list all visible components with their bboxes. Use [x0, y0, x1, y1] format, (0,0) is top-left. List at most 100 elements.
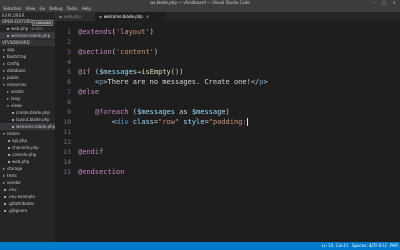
close-tab-icon[interactable]: ×: [146, 14, 149, 19]
tree-item-label: .env.example: [8, 194, 35, 199]
tree-item-label: .env: [8, 187, 17, 192]
open-editor-item[interactable]: ▪ welcome.blade.php: [0, 32, 55, 39]
tree-item[interactable]: ▸ config: [0, 60, 55, 67]
line-number: 1: [67, 28, 71, 36]
cursor-position[interactable]: Ln 10, Col 41: [322, 242, 348, 250]
line-number: 13: [63, 148, 71, 156]
tree-item[interactable]: ▸ database: [0, 67, 55, 74]
code-text: @section('content'): [78, 47, 158, 57]
code-token: >There are no messages. Create one!</: [103, 78, 260, 86]
code-token: as: [174, 108, 192, 116]
tree-item[interactable]: ▾ resources: [0, 81, 55, 88]
tree-item-label: bootstrap: [7, 54, 27, 59]
code-token: $message: [191, 108, 226, 116]
tree-item[interactable]: ▪ layout.blade.php: [0, 116, 55, 123]
line-number: 12: [63, 138, 71, 146]
tree-item-label: welcome.blade.php: [16, 124, 55, 129]
tree-item[interactable]: ▸ bootstrap: [0, 53, 55, 60]
code-token: ): [149, 28, 154, 36]
code-token: >: [263, 78, 268, 86]
tree-item[interactable]: ▾ views: [0, 102, 55, 109]
tree-item[interactable]: ▸ assets: [0, 88, 55, 95]
tree-item-label: console.php: [12, 152, 37, 157]
line-number: 11: [63, 128, 71, 136]
tree-item[interactable]: ▪ api.php: [0, 137, 55, 144]
file-icon: ▪: [7, 159, 11, 164]
menu-bar: Selection View Go Debug Tasks Help: [0, 5, 400, 12]
file-tree: ▸ app ▸ bootstrap ▸ config ▸ database ▸ public ▾ re…: [0, 46, 55, 214]
tree-item[interactable]: ▪ create.blade.php: [0, 109, 55, 116]
tree-item[interactable]: ▪ .gitattributes: [0, 200, 55, 207]
tree-item[interactable]: ▸ storage: [0, 165, 55, 172]
tree-item-label: storage: [7, 166, 23, 171]
php-file-icon: ▪: [59, 14, 62, 19]
line-ending[interactable]: LF: [383, 242, 388, 250]
tree-item[interactable]: ▪ web.php: [0, 158, 55, 165]
file-icon: ▪: [11, 124, 15, 129]
tree-item-label: app: [7, 47, 15, 52]
code-token: 'content': [115, 48, 154, 56]
line-number: 4: [67, 58, 71, 66]
tree-item[interactable]: ▪ .gitignore: [0, 207, 55, 214]
line-number: 9: [67, 108, 71, 116]
status-bar: Ln 10, Col 41 Spaces: 4 UTF-8 LF PHP: [0, 242, 400, 250]
file-icon: ▪: [6, 26, 10, 31]
code-text: @endif: [78, 147, 103, 157]
tree-item[interactable]: ▾ routes: [0, 130, 55, 137]
code-token: "row": [158, 118, 180, 126]
tree-item-label: routes: [7, 131, 20, 136]
file-icon: ▪: [6, 33, 10, 38]
tree-item[interactable]: ▸ tests: [0, 172, 55, 179]
menu-debug[interactable]: Debug: [49, 5, 62, 12]
tree-item-label: web.php: [12, 159, 30, 164]
file-icon: ▪: [3, 208, 7, 213]
code-token: @if: [78, 68, 91, 76]
code-token: (: [128, 108, 138, 116]
code-token: <: [78, 118, 116, 126]
tree-item[interactable]: ▸ app: [0, 46, 55, 53]
file-icon: ▪: [11, 117, 15, 122]
tab-label: web.php: [63, 14, 81, 19]
tab-welcome-blade[interactable]: ▪ welcome.blade.php ×: [95, 12, 165, 21]
tab-label: welcome.blade.php: [103, 14, 143, 19]
tree-item[interactable]: ▪ .env: [0, 186, 55, 193]
editor-tabs: ▪ web.php ▪ welcome.blade.php ×: [55, 12, 400, 21]
menu-tasks[interactable]: Tasks: [67, 5, 78, 12]
menu-help[interactable]: Help: [82, 5, 91, 12]
code-token: "padding:: [208, 118, 247, 126]
code-editor[interactable]: 1 @extends('layout') 2 3 @section('content')…: [55, 21, 400, 242]
file-icon: ▪: [3, 201, 7, 206]
open-editor-item[interactable]: ▪ web.php routes: [0, 25, 55, 32]
tree-item[interactable]: ▸ public: [0, 74, 55, 81]
code-token: ): [225, 108, 230, 116]
tree-item[interactable]: ▪ channels.php: [0, 144, 55, 151]
tree-item[interactable]: ▪ console.php: [0, 151, 55, 158]
code-text: @else: [78, 87, 99, 97]
encoding[interactable]: UTF-8: [370, 242, 382, 250]
code-text: <p>There are no messages. Create one!</p…: [78, 77, 268, 87]
text-cursor: [246, 118, 248, 126]
tree-item-label: config: [7, 61, 20, 66]
line-number: 10: [63, 118, 71, 126]
tree-item-label: database: [7, 68, 26, 73]
file-icon: ▪: [3, 187, 7, 192]
indentation[interactable]: Spaces: 4: [352, 242, 371, 250]
tree-item-label: resources: [7, 82, 27, 87]
code-token: ): [153, 48, 159, 56]
language-mode[interactable]: PHP: [390, 242, 398, 250]
menu-selection[interactable]: Selection: [3, 5, 21, 12]
code-token: style: [183, 118, 205, 126]
tab-web-php[interactable]: ▪ web.php: [55, 12, 95, 21]
code-text: @foreach ($messages as $message): [78, 107, 230, 117]
tree-item-label: .gitignore: [8, 208, 28, 213]
tree-item-label: create.blade.php: [16, 110, 50, 115]
menu-go[interactable]: Go: [40, 5, 46, 12]
code-token: @else: [78, 88, 100, 96]
tree-item[interactable]: ▪ .env.example: [0, 193, 55, 200]
tree-item[interactable]: ▸ vendor: [0, 179, 55, 186]
tree-item[interactable]: ▸ lang: [0, 95, 55, 102]
line-number: 7: [67, 88, 71, 96]
menu-view[interactable]: View: [26, 5, 36, 12]
tree-item[interactable]: ▪ welcome.blade.php: [0, 123, 55, 130]
